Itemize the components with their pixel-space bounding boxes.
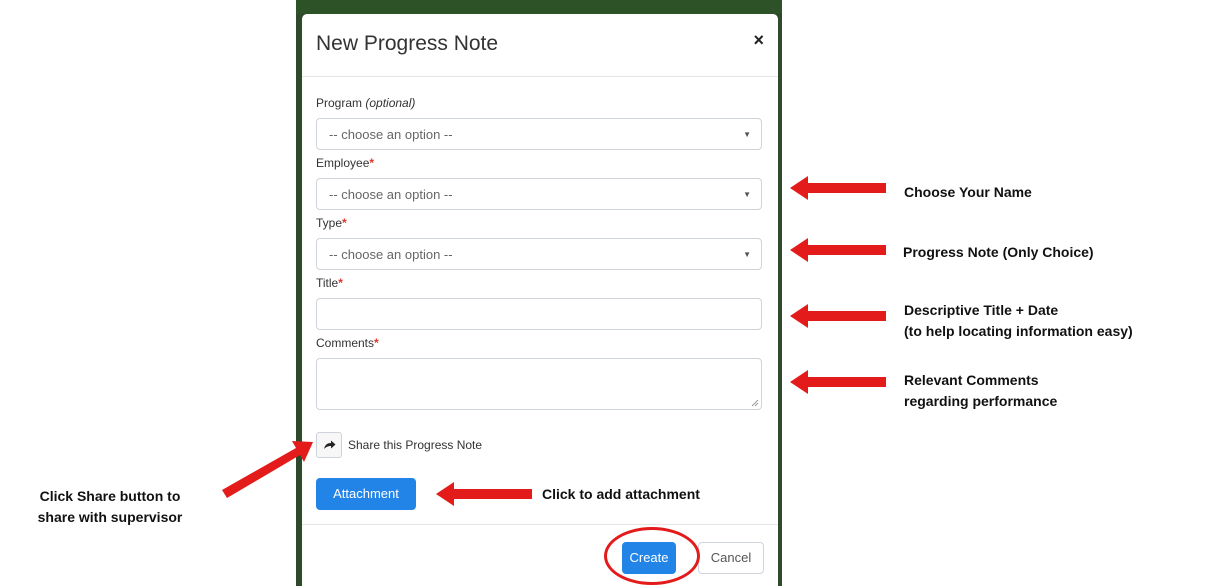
- title-label: Title*: [316, 276, 343, 290]
- annotation-choose-name: Choose Your Name: [904, 184, 1032, 200]
- caret-down-icon: ▼: [743, 250, 751, 259]
- annotation-arrow-employee: [790, 176, 886, 200]
- comments-textarea[interactable]: [316, 358, 762, 410]
- annotation-share-line2: share with supervisor: [37, 509, 183, 525]
- type-label-text: Type: [316, 216, 343, 230]
- modal-title: New Progress Note: [316, 32, 499, 55]
- employee-label-text: Employee: [316, 156, 370, 170]
- annotation-title: Descriptive Title + Date (to help locati…: [904, 300, 1133, 342]
- type-select[interactable]: -- choose an option -- ▼: [316, 238, 762, 270]
- resize-handle-icon[interactable]: [751, 399, 759, 407]
- annotation-arrow-title: [790, 304, 886, 328]
- annotation-title-line1: Descriptive Title + Date: [904, 302, 1059, 318]
- attachment-button[interactable]: Attachment: [316, 478, 416, 510]
- annotation-attachment: Click to add attachment: [542, 486, 700, 502]
- annotation-share: Click Share button to share with supervi…: [10, 486, 210, 528]
- comments-label: Comments*: [316, 336, 379, 350]
- share-arrow-icon: [324, 440, 336, 449]
- modal-header: New Progress Note ×: [302, 14, 778, 77]
- close-icon[interactable]: ×: [753, 30, 764, 51]
- title-label-text: Title: [316, 276, 339, 290]
- annotation-arrow-type: [790, 238, 886, 262]
- program-optional-hint: (optional): [365, 96, 416, 110]
- annotation-comments-line2: regarding performance: [904, 393, 1058, 409]
- program-label-text: Program: [316, 96, 363, 110]
- annotation-arrow-share: [222, 441, 313, 498]
- annotation-share-line1: Click Share button to: [39, 488, 181, 504]
- annotation-comments-line1: Relevant Comments: [904, 372, 1039, 388]
- program-select[interactable]: -- choose an option -- ▼: [316, 118, 762, 150]
- title-input[interactable]: [316, 298, 762, 330]
- employee-select-value: -- choose an option --: [329, 187, 453, 202]
- program-label: Program (optional): [316, 96, 415, 110]
- program-select-value: -- choose an option --: [329, 127, 453, 142]
- caret-down-icon: ▼: [743, 190, 751, 199]
- annotation-progress-note: Progress Note (Only Choice): [903, 244, 1094, 260]
- annotation-arrow-attachment: [436, 482, 532, 506]
- required-marker: *: [342, 216, 347, 230]
- create-highlight-ring: [604, 527, 700, 585]
- backdrop-header-band: [296, 0, 782, 14]
- cancel-button[interactable]: Cancel: [698, 542, 764, 574]
- annotation-comments: Relevant Comments regarding performance: [904, 370, 1057, 412]
- employee-label: Employee*: [316, 156, 374, 170]
- required-marker: *: [369, 156, 375, 170]
- new-progress-note-modal: New Progress Note × Program (optional) -…: [302, 14, 778, 586]
- required-marker: *: [338, 276, 343, 290]
- type-select-value: -- choose an option --: [329, 247, 453, 262]
- employee-select[interactable]: -- choose an option -- ▼: [316, 178, 762, 210]
- share-button[interactable]: [316, 432, 342, 458]
- annotation-title-line2: (to help locating information easy): [904, 323, 1133, 339]
- modal-footer-divider: [302, 524, 778, 525]
- type-label: Type*: [316, 216, 347, 230]
- comments-label-text: Comments: [316, 336, 375, 350]
- required-marker: *: [374, 336, 379, 350]
- share-label: Share this Progress Note: [348, 438, 483, 452]
- caret-down-icon: ▼: [743, 130, 751, 139]
- annotation-arrow-comments: [790, 370, 886, 394]
